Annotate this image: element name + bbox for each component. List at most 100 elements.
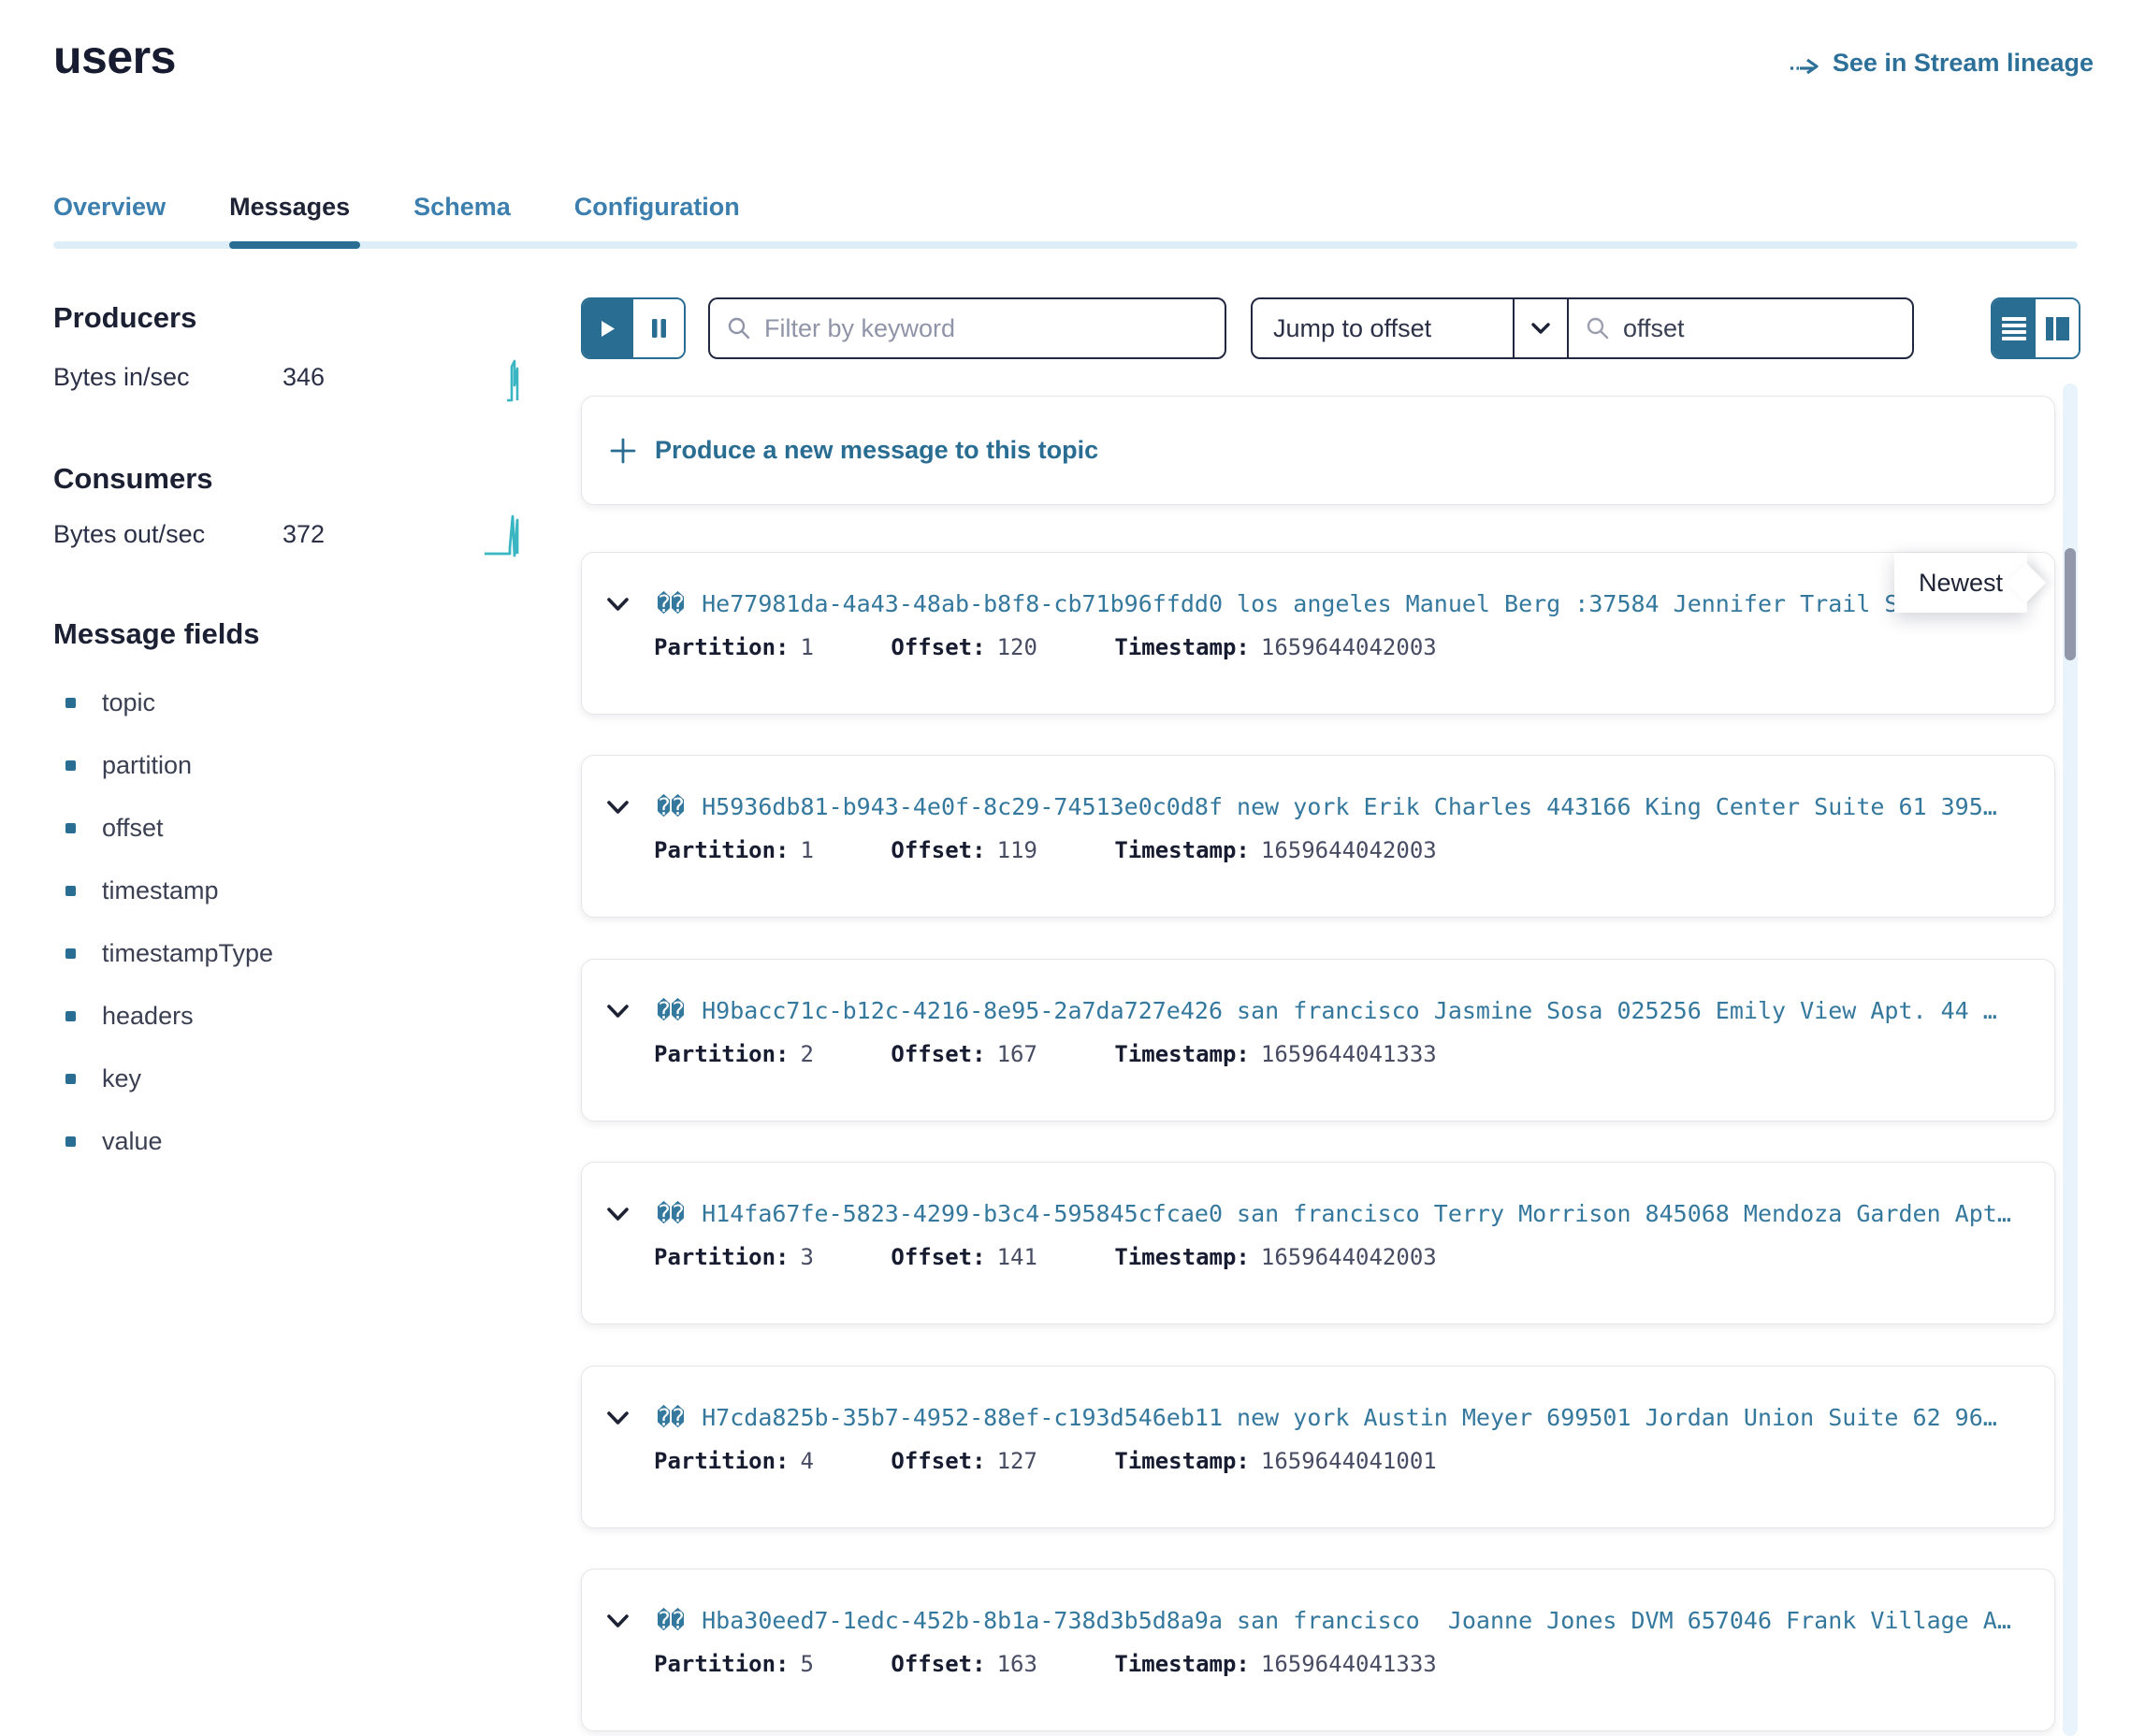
stream-lineage-link[interactable]: See in Stream lineage bbox=[1788, 49, 2094, 78]
message-row[interactable]: ��He77981da-4a43-48ab-b8f8-cb71b96ffdd0 … bbox=[581, 552, 2055, 715]
message-preview: He77981da-4a43-48ab-b8f8-cb71b96ffdd0 lo… bbox=[702, 590, 1898, 617]
message-key-glyphs: �� bbox=[657, 1200, 685, 1227]
bytes-in-value: 346 bbox=[283, 363, 325, 392]
message-row[interactable]: �� H9bacc71c-b12c-4216-8e95-2a7da727e426 … bbox=[581, 959, 2055, 1121]
field-item-value: value bbox=[65, 1127, 273, 1190]
jump-to-offset-select[interactable]: Jump to offset bbox=[1251, 297, 1569, 359]
field-item-topic: topic bbox=[65, 688, 273, 751]
plus-icon bbox=[610, 438, 636, 464]
message-fields-heading: Message fields bbox=[53, 617, 260, 651]
producers-heading: Producers bbox=[53, 301, 196, 335]
timestamp-value: 1659644041001 bbox=[1261, 1448, 1437, 1474]
play-icon bbox=[601, 320, 616, 338]
message-key-glyphs: �� bbox=[657, 793, 685, 820]
field-item-key: key bbox=[65, 1064, 273, 1127]
timestamp-value: 1659644041333 bbox=[1261, 1651, 1437, 1677]
message-meta: Partition:3 Offset:141 Timestamp:1659644… bbox=[582, 1244, 2054, 1270]
produce-message-button[interactable]: Produce a new message to this topic bbox=[581, 396, 2055, 505]
consumers-heading: Consumers bbox=[53, 462, 213, 496]
tab-configuration[interactable]: Configuration bbox=[574, 193, 740, 222]
message-row[interactable]: �� H5936db81-b943-4e0f-8c29-74513e0c0d8f … bbox=[581, 755, 2055, 918]
tab-schema[interactable]: Schema bbox=[413, 193, 511, 222]
square-bullet-icon bbox=[65, 948, 76, 959]
chevron-down-icon bbox=[1513, 299, 1567, 357]
page-title: users bbox=[53, 30, 176, 84]
tab-overview[interactable]: Overview bbox=[53, 193, 166, 222]
square-bullet-icon bbox=[65, 1136, 76, 1147]
partition-value: 2 bbox=[801, 1041, 814, 1067]
timestamp-value: 1659644042003 bbox=[1261, 1244, 1437, 1270]
partition-value: 1 bbox=[801, 634, 814, 660]
chevron-down-icon[interactable] bbox=[606, 1004, 630, 1019]
search-icon bbox=[1586, 316, 1610, 340]
message-preview: H5936db81-b943-4e0f-8c29-74513e0c0d8f ne… bbox=[702, 793, 1997, 820]
offset-value: 119 bbox=[997, 837, 1037, 863]
scrollbar-thumb[interactable] bbox=[2065, 548, 2076, 660]
message-fields-list: topic partition offset timestamp timesta… bbox=[65, 688, 273, 1190]
chevron-down-icon[interactable] bbox=[606, 1613, 630, 1628]
offset-field-wrap bbox=[1567, 297, 1914, 359]
view-toggle-group bbox=[1991, 297, 2080, 359]
newest-label: Newest bbox=[1919, 569, 2003, 598]
partition-value: 4 bbox=[801, 1448, 814, 1474]
field-item-timestampType: timestampType bbox=[65, 939, 273, 1002]
producers-sparkline bbox=[503, 359, 528, 406]
square-bullet-icon bbox=[65, 760, 76, 771]
newest-tooltip: Newest bbox=[1894, 553, 2027, 613]
square-bullet-icon bbox=[65, 886, 76, 896]
message-meta: Partition:4 Offset:127 Timestamp:1659644… bbox=[582, 1448, 2054, 1474]
list-view-button[interactable] bbox=[1993, 299, 2036, 357]
tab-messages[interactable]: Messages bbox=[229, 193, 350, 222]
filter-field-wrap bbox=[708, 297, 1226, 359]
bytes-out-value: 372 bbox=[283, 520, 325, 549]
message-key-glyphs: �� bbox=[657, 1404, 685, 1431]
message-row[interactable]: �� H14fa67fe-5823-4299-b3c4-595845cfcae0 … bbox=[581, 1162, 2055, 1324]
message-meta: Partition:1 Offset:120 Timestamp:1659644… bbox=[582, 634, 2054, 660]
message-preview: H9bacc71c-b12c-4216-8e95-2a7da727e426 sa… bbox=[702, 997, 1997, 1024]
field-item-offset: offset bbox=[65, 814, 273, 876]
field-item-timestamp: timestamp bbox=[65, 876, 273, 939]
message-preview: H7cda825b-35b7-4952-88ef-c193d546eb11 ne… bbox=[702, 1404, 1997, 1431]
consumers-metric: Bytes out/sec 372 bbox=[53, 520, 446, 549]
topic-messages-page: users See in Stream lineage Overview Mes… bbox=[0, 0, 2131, 1736]
offset-value: 163 bbox=[997, 1651, 1037, 1677]
message-meta: Partition:1 Offset:119 Timestamp:1659644… bbox=[582, 837, 2054, 863]
produce-message-label: Produce a new message to this topic bbox=[655, 436, 1098, 465]
square-bullet-icon bbox=[65, 1074, 76, 1084]
message-row[interactable]: �� H7cda825b-35b7-4952-88ef-c193d546eb11 … bbox=[581, 1366, 2055, 1528]
play-pause-group bbox=[581, 297, 686, 359]
tab-bar: Overview Messages Schema Configuration bbox=[53, 193, 740, 222]
partition-value: 5 bbox=[801, 1651, 814, 1677]
message-key-glyphs: �� bbox=[657, 997, 685, 1024]
timestamp-value: 1659644042003 bbox=[1261, 634, 1437, 660]
filter-by-keyword-input[interactable] bbox=[764, 314, 1208, 343]
consumers-sparkline bbox=[483, 513, 526, 561]
lineage-link-label: See in Stream lineage bbox=[1833, 49, 2094, 78]
timestamp-value: 1659644041333 bbox=[1261, 1041, 1437, 1067]
chevron-down-icon[interactable] bbox=[606, 597, 630, 612]
bytes-out-label: Bytes out/sec bbox=[53, 520, 283, 549]
offset-search-input[interactable] bbox=[1623, 314, 1954, 343]
square-bullet-icon bbox=[65, 1011, 76, 1021]
play-button[interactable] bbox=[583, 299, 633, 357]
square-bullet-icon bbox=[65, 823, 76, 833]
jump-select-value: Jump to offset bbox=[1253, 314, 1513, 343]
list-view-icon bbox=[2001, 316, 2027, 341]
pause-button[interactable] bbox=[633, 299, 684, 357]
tab-active-indicator bbox=[229, 241, 360, 249]
partition-value: 1 bbox=[801, 837, 814, 863]
message-preview: H14fa67fe-5823-4299-b3c4-595845cfcae0 sa… bbox=[702, 1200, 2011, 1227]
chevron-down-icon[interactable] bbox=[606, 800, 630, 815]
column-view-button[interactable] bbox=[2036, 299, 2079, 357]
offset-value: 167 bbox=[997, 1041, 1037, 1067]
square-bullet-icon bbox=[65, 698, 76, 708]
bytes-in-label: Bytes in/sec bbox=[53, 363, 283, 392]
producers-metric: Bytes in/sec 346 bbox=[53, 363, 446, 392]
offset-value: 127 bbox=[997, 1448, 1037, 1474]
offset-value: 120 bbox=[997, 634, 1037, 660]
field-item-headers: headers bbox=[65, 1002, 273, 1064]
chevron-down-icon[interactable] bbox=[606, 1410, 630, 1425]
chevron-down-icon[interactable] bbox=[606, 1207, 630, 1222]
message-row[interactable]: ��Hba30eed7-1edc-452b-8b1a-738d3b5d8a9a … bbox=[581, 1569, 2055, 1731]
pause-icon bbox=[651, 318, 667, 339]
